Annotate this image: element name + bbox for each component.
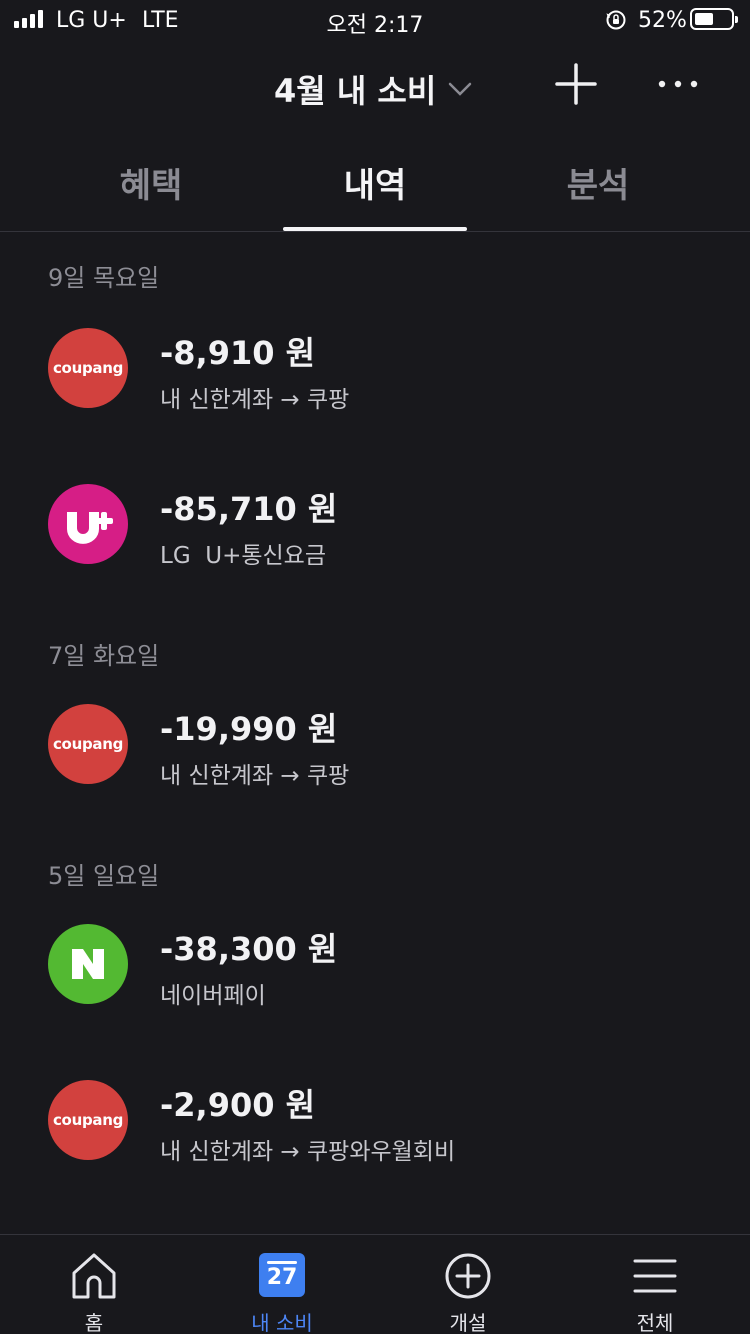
active-tab-indicator <box>283 227 467 231</box>
tab-history[interactable]: 내역 <box>285 158 465 207</box>
nav-label: 홈 <box>84 1311 104 1334</box>
date-header: 7일 화요일 <box>48 642 160 670</box>
transaction-amount: -38,300 원 <box>160 930 338 968</box>
tab-bar: 혜택 내역 분석 <box>0 140 750 232</box>
bottom-navigation: 홈 27 내 소비 개설 전체 <box>0 1234 750 1334</box>
transaction-amount: -8,910 원 <box>160 334 316 372</box>
transaction-description: 내 신한계좌 → 쿠팡와우월회비 <box>160 1139 456 1165</box>
transaction-row[interactable]: coupang -8,910 원 내 신한계좌 → 쿠팡 <box>0 328 750 428</box>
battery-icon <box>690 8 738 30</box>
coupang-logo: coupang <box>48 328 128 408</box>
nav-my-spending[interactable]: 27 내 소비 <box>222 1249 342 1334</box>
transaction-description: LG U+통신요금 <box>160 543 327 569</box>
naver-n-icon <box>72 949 104 979</box>
date-header: 5일 일요일 <box>48 862 160 890</box>
nav-home[interactable]: 홈 <box>34 1249 154 1334</box>
transaction-row[interactable]: -38,300 원 네이버페이 <box>0 924 750 1024</box>
chevron-down-icon <box>449 82 472 96</box>
transaction-description: 네이버페이 <box>160 983 266 1009</box>
battery-percent: 52% <box>638 8 687 33</box>
transaction-amount: -2,900 원 <box>160 1086 316 1124</box>
transaction-amount: -19,990 원 <box>160 710 338 748</box>
uplus-mark-icon <box>67 512 113 544</box>
home-icon <box>72 1253 116 1299</box>
nav-label: 내 소비 <box>251 1311 313 1334</box>
page-title: 4월 내 소비 <box>274 72 437 110</box>
tab-benefits[interactable]: 혜택 <box>61 158 241 207</box>
rotation-lock-icon <box>606 10 626 30</box>
more-options-icon[interactable] <box>656 72 700 96</box>
transaction-description: 내 신한계좌 → 쿠팡 <box>160 387 350 413</box>
transaction-row[interactable]: coupang -2,900 원 내 신한계좌 → 쿠팡와우월회비 <box>0 1080 750 1180</box>
calendar-icon: 27 <box>259 1253 305 1297</box>
header: 4월 내 소비 <box>0 40 750 130</box>
nav-label: 전체 <box>636 1311 674 1334</box>
nav-all[interactable]: 전체 <box>595 1249 715 1334</box>
transaction-row[interactable]: -85,710 원 LG U+통신요금 <box>0 484 750 584</box>
tab-analysis[interactable]: 분석 <box>508 158 688 207</box>
status-bar: LG U+ LTE 오전 2:17 52% <box>0 0 750 40</box>
coupang-logo: coupang <box>48 1080 128 1160</box>
nav-label: 개설 <box>449 1311 487 1334</box>
nav-open-account[interactable]: 개설 <box>408 1249 528 1334</box>
coupang-logo: coupang <box>48 704 128 784</box>
month-selector[interactable]: 4월 내 소비 <box>274 66 472 112</box>
date-header: 9일 목요일 <box>48 264 160 292</box>
transaction-amount: -85,710 원 <box>160 490 338 528</box>
transaction-description: 내 신한계좌 → 쿠팡 <box>160 763 350 789</box>
menu-icon <box>633 1259 677 1293</box>
add-button[interactable] <box>554 62 598 106</box>
uplus-logo <box>48 484 128 564</box>
plus-circle-icon <box>445 1253 491 1299</box>
naver-logo <box>48 924 128 1004</box>
transaction-row[interactable]: coupang -19,990 원 내 신한계좌 → 쿠팡 <box>0 704 750 804</box>
